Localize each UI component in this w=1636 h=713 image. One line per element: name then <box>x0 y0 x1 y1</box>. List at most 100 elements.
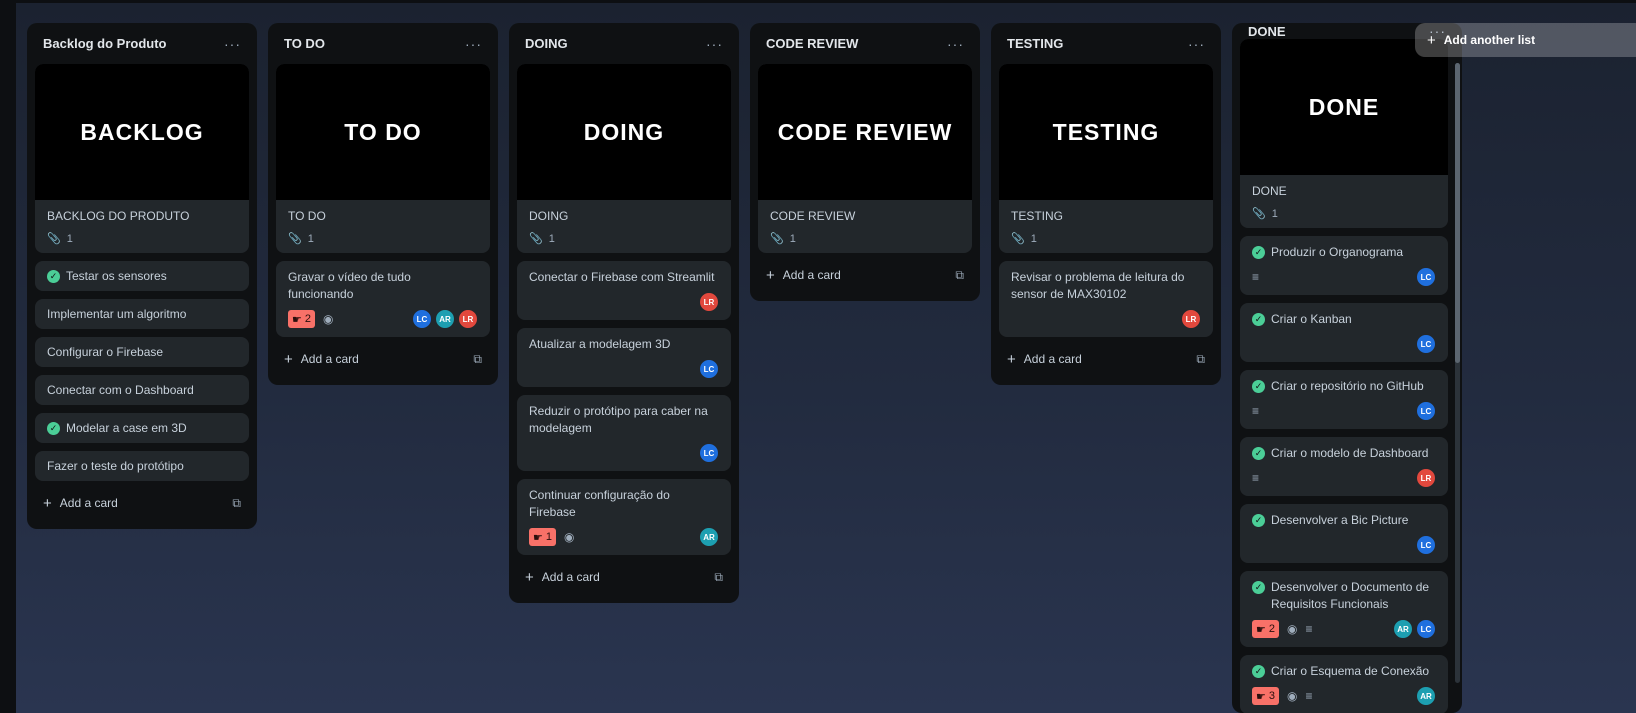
cover-card[interactable]: BACKLOG BACKLOG DO PRODUTO 📎 1 <box>35 64 249 253</box>
avatar[interactable]: LC <box>1416 401 1436 421</box>
plus-icon: + <box>284 350 293 368</box>
card[interactable]: Atualizar a modelagem 3D LC <box>517 328 731 387</box>
add-card-button[interactable]: + Add a card ⧉ <box>35 485 249 521</box>
card-title: Modelar a case em 3D <box>66 420 187 435</box>
avatar[interactable]: LR <box>458 309 478 329</box>
description-icon: ≡ <box>1252 404 1260 418</box>
due-badge[interactable]: ☛ 2 <box>1252 620 1279 638</box>
list-menu-icon[interactable]: ··· <box>947 36 964 52</box>
list-header: DOING ··· <box>517 23 731 64</box>
plus-icon: + <box>1427 31 1436 49</box>
card-title: CODE REVIEW <box>770 209 856 223</box>
list-title[interactable]: TO DO <box>284 36 325 51</box>
card[interactable]: ✓ Testar os sensores <box>35 261 249 291</box>
card[interactable]: ✓ Desenvolver a Bic Picture LC <box>1240 504 1448 563</box>
description-icon: ≡ <box>1252 471 1260 485</box>
card-title: Conectar o Firebase com Streamlit <box>529 270 715 284</box>
template-icon[interactable]: ⧉ <box>714 570 723 585</box>
list-scrollbar[interactable] <box>1455 63 1460 683</box>
list-menu-icon[interactable]: ··· <box>224 36 241 52</box>
cover-card[interactable]: CODE REVIEW CODE REVIEW 📎 1 <box>758 64 972 253</box>
due-badge[interactable]: ☛ 3 <box>1252 687 1279 705</box>
card-title: Conectar com o Dashboard <box>47 382 194 397</box>
list-title[interactable]: DONE <box>1248 24 1286 39</box>
list-title[interactable]: CODE REVIEW <box>766 36 858 51</box>
avatar[interactable]: AR <box>435 309 455 329</box>
card[interactable]: ✓ Modelar a case em 3D <box>35 413 249 443</box>
avatar[interactable]: LC <box>1416 619 1436 639</box>
card[interactable]: ✓ Criar o Kanban LC <box>1240 303 1448 362</box>
add-card-button[interactable]: + Add a card ⧉ <box>758 257 972 293</box>
attachment-count: 1 <box>307 232 314 245</box>
card-title: Implementar um algoritmo <box>47 306 187 321</box>
card-title: Produzir o Organograma <box>1271 245 1404 259</box>
card-title: Criar o Kanban <box>1271 312 1352 326</box>
template-icon[interactable]: ⧉ <box>1196 352 1205 367</box>
cover-card[interactable]: TESTING TESTING 📎 1 <box>999 64 1213 253</box>
card[interactable]: Continuar configuração do Firebase ☛ 1 ◉ … <box>517 479 731 555</box>
card[interactable]: Revisar o problema de leitura do sensor … <box>999 261 1213 337</box>
avatar[interactable]: AR <box>1416 686 1436 706</box>
list-title[interactable]: TESTING <box>1007 36 1063 51</box>
card[interactable]: ✓ Produzir o Organograma ≡ LC <box>1240 236 1448 295</box>
check-circle-icon: ✓ <box>1252 313 1265 326</box>
list-title[interactable]: DOING <box>525 36 568 51</box>
card[interactable]: Conectar com o Dashboard <box>35 375 249 405</box>
avatar[interactable]: AR <box>1393 619 1413 639</box>
cover-card[interactable]: DOING DOING 📎 1 <box>517 64 731 253</box>
card[interactable]: ✓ Criar o Esquema de Conexão ☛ 3 ◉ ≡ AR <box>1240 655 1448 713</box>
description-icon: ≡ <box>1252 270 1260 284</box>
avatar[interactable]: LR <box>1181 309 1201 329</box>
list-header: Backlog do Produto ··· <box>35 23 249 64</box>
cover-card[interactable]: TO DO TO DO 📎 1 <box>276 64 490 253</box>
card-cover: CODE REVIEW <box>758 64 972 200</box>
cover-text: TESTING <box>1052 118 1160 145</box>
card[interactable]: ✓ Criar o repositório no GitHub ≡ LC <box>1240 370 1448 429</box>
template-icon[interactable]: ⧉ <box>955 268 964 283</box>
list-menu-icon[interactable]: ··· <box>1188 36 1205 52</box>
list-title[interactable]: Backlog do Produto <box>43 36 167 51</box>
list-done: DONE ··· DONE DONE 📎 1 ✓ Produzir o Organo… <box>1232 23 1462 713</box>
avatar[interactable]: LC <box>1416 334 1436 354</box>
card[interactable]: ✓ Criar o modelo de Dashboard ≡ LR <box>1240 437 1448 496</box>
add-another-list-button[interactable]: + Add another list <box>1415 23 1636 57</box>
avatar[interactable]: LR <box>699 292 719 312</box>
card[interactable]: Fazer o teste do protótipo <box>35 451 249 481</box>
eye-icon: ◉ <box>1287 689 1298 703</box>
template-icon[interactable]: ⧉ <box>473 352 482 367</box>
avatar[interactable]: LR <box>1416 468 1436 488</box>
check-circle-icon: ✓ <box>1252 665 1265 678</box>
avatar[interactable]: LC <box>1416 535 1436 555</box>
card-cover: DOING <box>517 64 731 200</box>
due-badge[interactable]: ☛ 2 <box>288 310 315 328</box>
template-icon[interactable]: ⧉ <box>232 496 241 511</box>
list-menu-icon[interactable]: ··· <box>465 36 482 52</box>
due-badge[interactable]: ☛ 1 <box>529 528 556 546</box>
list-todo: TO DO ··· TO DO TO DO 📎 1 Gravar o vídeo … <box>268 23 498 385</box>
check-circle-icon: ✓ <box>1252 447 1265 460</box>
card[interactable]: Implementar um algoritmo <box>35 299 249 329</box>
avatar[interactable]: AR <box>699 527 719 547</box>
plus-icon: + <box>525 568 534 586</box>
card[interactable]: Conectar o Firebase com Streamlit LR <box>517 261 731 320</box>
scroll-thumb[interactable] <box>1455 63 1460 363</box>
add-card-button[interactable]: + Add a card ⧉ <box>517 559 731 595</box>
list-menu-icon[interactable]: ··· <box>706 36 723 52</box>
avatar[interactable]: LC <box>412 309 432 329</box>
cover-text: CODE REVIEW <box>777 118 953 145</box>
avatar[interactable]: LC <box>699 443 719 463</box>
card[interactable]: Gravar o vídeo de tudo funcionando ☛ 2 ◉ … <box>276 261 490 337</box>
avatar[interactable]: LC <box>699 359 719 379</box>
card[interactable]: Configurar o Firebase <box>35 337 249 367</box>
add-card-button[interactable]: + Add a card ⧉ <box>276 341 490 377</box>
cover-card[interactable]: DONE DONE 📎 1 <box>1240 39 1448 228</box>
cover-text: BACKLOG <box>80 118 204 145</box>
card[interactable]: ✓ Desenvolver o Documento de Requisitos F… <box>1240 571 1448 647</box>
add-card-button[interactable]: + Add a card ⧉ <box>999 341 1213 377</box>
avatar[interactable]: LC <box>1416 267 1436 287</box>
check-circle-icon: ✓ <box>1252 581 1265 594</box>
card[interactable]: Reduzir o protótipo para caber na modela… <box>517 395 731 471</box>
kanban-board: Backlog do Produto ··· BACKLOG BACKLOG D… <box>27 23 1462 713</box>
cover-text: TO DO <box>344 118 422 145</box>
eye-icon: ◉ <box>323 312 334 326</box>
